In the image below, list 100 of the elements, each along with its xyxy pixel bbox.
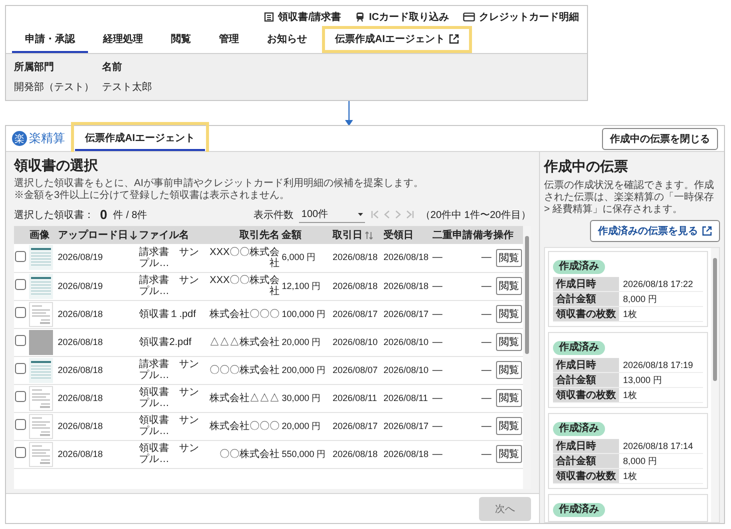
sort-icon[interactable] [364,230,373,240]
row-checkbox[interactable] [15,335,26,346]
note: — [481,336,492,348]
receipt-thumbnail [29,386,54,410]
row-checkbox[interactable] [15,363,26,374]
section-title: 領収書の選択 [14,157,99,175]
field-label: 領収書の枚数 [553,307,619,321]
page-range: （20件中 1件〜20件目） [420,208,531,222]
page-size-select[interactable]: 100件 [299,206,366,223]
view-vouchers-button[interactable]: 作成済みの伝票を見る [590,220,720,242]
train-icon [355,12,365,22]
selected-total: 件 / 8件 [113,208,148,222]
invoice-thumbnail [29,245,54,270]
row-checkbox[interactable] [15,447,26,458]
transaction-date: 2026/08/18 [332,252,378,262]
column-header: アップロード日 [58,228,128,242]
row-checkbox[interactable] [15,307,26,318]
vendor-name: 株式会社〇〇〇 [210,420,280,432]
view-button[interactable]: 閲覧 [496,361,522,379]
view-button[interactable]: 閲覧 [496,417,522,435]
nav-tab[interactable]: 伝票作成AIエージェント [322,26,472,53]
field-label: 合計金額 [553,292,619,306]
panel-title: 作成中の伝票 [544,158,629,176]
upload-date: 2026/08/18 [58,420,103,430]
column-header: 二重申請 [432,228,472,242]
amount: 550,000 円 [282,448,326,458]
info-value: テスト太郎 [102,80,152,94]
received-date: 2026/08/17 [383,308,429,318]
file-name: 領収書 サンプル… [139,415,200,437]
field-label: 合計金額 [553,373,619,387]
received-date: 2026/08/10 [383,336,429,346]
row-checkbox[interactable] [15,419,26,430]
upload-date: 2026/08/18 [58,308,103,318]
vendor-name: XXX〇〇株式会社 [210,275,280,297]
note: — [481,392,492,404]
field-label: 領収書の枚数 [553,388,619,402]
nav-tab[interactable]: 閲覧 [158,26,204,53]
view-button[interactable]: 閲覧 [496,305,522,323]
duplicate-status: — [432,448,442,460]
field-value: 2026/08/18 17:19 [622,359,694,372]
vendor-name: 株式会社△△△ [210,392,280,404]
status-badge: 作成済み [553,503,605,517]
status-badge: 作成済み [553,422,605,436]
info-value: 開発部（テスト） [14,80,94,94]
scrollbar[interactable] [711,248,719,522]
file-name: 領収書 サンプル… [139,387,200,409]
upload-date: 2026/08/18 [58,392,103,402]
field-value: 1枚 [622,308,638,321]
note: — [481,364,492,376]
view-button[interactable]: 閲覧 [496,389,522,407]
column-header: 取引日 [332,228,363,242]
field-value: 8,000 円 [622,293,658,306]
logo-text: 楽精算 [29,130,65,147]
transaction-date: 2026/08/18 [332,448,378,458]
field-value: 2026/08/18 17:22 [622,278,694,291]
panel-description: 伝票の作成状況を確認できます。作成された伝票は、楽楽精算の「一時保存 > 経費精算」に保存されます。 [544,180,715,216]
nav-tab[interactable]: 管理 [206,26,252,53]
status-badge: 作成済み [553,341,605,355]
selected-count: 0 [100,207,108,222]
received-date: 2026/08/10 [383,364,429,374]
list-icon [264,12,274,22]
view-button[interactable]: 閲覧 [496,277,522,295]
duplicate-status: — [432,392,442,404]
field-label: 合計金額 [553,454,619,468]
nav-tab[interactable]: 経理処理 [90,26,156,53]
row-checkbox[interactable] [15,250,26,262]
column-header: 金額 [282,228,302,242]
header-link[interactable]: 領収書/請求書 [264,10,341,24]
transaction-date: 2026/08/18 [332,280,378,290]
received-date: 2026/08/17 [383,420,429,430]
invoice-thumbnail [29,358,54,382]
status-badge: 作成済み [553,260,605,274]
file-name: 領収書2.pdf [139,336,192,348]
connector-arrow [344,101,354,127]
field-value: 1枚 [622,389,638,402]
view-button[interactable]: 閲覧 [496,333,522,351]
note: — [481,448,492,460]
header-link-label[interactable]: 領収書/請求書 [278,10,341,24]
file-name: 領収書１.pdf [139,308,196,320]
field-label: 作成日時 [553,358,619,372]
vendor-name: 株式会社〇〇〇 [210,308,280,320]
sort-down-icon[interactable] [130,230,137,240]
info-label: 名前 [102,60,123,74]
column-header: 操作 [493,228,514,242]
duplicate-status: — [432,252,442,264]
field-value: 1枚 [622,470,638,483]
column-header: 受領日 [383,228,414,242]
field-label: 作成日時 [553,439,619,453]
note: — [481,252,492,264]
row-checkbox[interactable] [15,279,26,290]
note: — [481,308,492,320]
view-button[interactable]: 閲覧 [496,248,522,267]
external-link-icon [702,226,712,236]
caret-icon [358,212,364,216]
close-panel-button[interactable]: 作成中の伝票を閉じる [602,128,718,150]
view-button[interactable]: 閲覧 [496,445,522,463]
row-checkbox[interactable] [15,391,26,402]
transaction-date: 2026/08/17 [332,308,378,318]
nav-tab[interactable]: お知らせ [254,26,320,53]
info-label: 所属部門 [14,60,55,74]
